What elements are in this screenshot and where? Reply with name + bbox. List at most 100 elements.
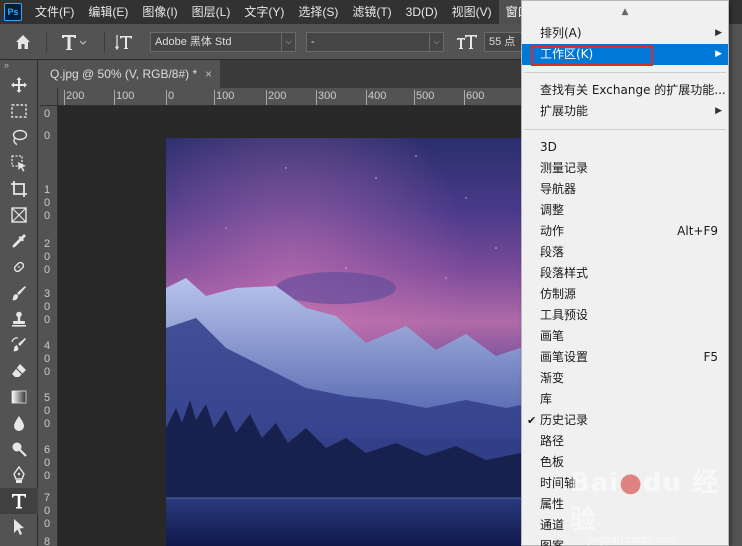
- marquee-tool-icon[interactable]: [0, 98, 38, 124]
- close-tab-icon[interactable]: ×: [205, 60, 212, 88]
- window-menu-item[interactable]: 画笔设置 F5: [522, 347, 728, 368]
- menu-item-label: 调整: [540, 203, 565, 217]
- menu-item[interactable]: 视图(V): [445, 0, 499, 24]
- text-orientation-icon[interactable]: [114, 24, 136, 60]
- menu-item[interactable]: 文字(Y): [237, 0, 291, 24]
- font-family-select[interactable]: Adobe 黑体 Std ⌵: [150, 32, 296, 52]
- crop-tool-icon[interactable]: [0, 176, 38, 202]
- menu-separator: [524, 72, 726, 73]
- menu-item-label: 仿制源: [540, 287, 577, 301]
- menu-item-label: 画笔: [540, 329, 565, 343]
- window-menu-item[interactable]: 通道: [522, 515, 728, 536]
- window-menu-item[interactable]: 排列(A) ▶: [522, 23, 728, 44]
- window-menu-item[interactable]: 属性: [522, 494, 728, 515]
- menu-item-label: 渐变: [540, 371, 565, 385]
- window-menu-item[interactable]: 画笔: [522, 326, 728, 347]
- path-select-tool-icon[interactable]: [0, 514, 38, 540]
- menu-item-label: 图案: [540, 539, 565, 546]
- window-menu-item[interactable]: 导航器: [522, 179, 728, 200]
- annotation-highlight-box: [531, 45, 653, 66]
- window-menu-item[interactable]: 调整: [522, 200, 728, 221]
- checkmark-icon: ✔: [527, 414, 537, 427]
- menu-item[interactable]: 选择(S): [291, 0, 345, 24]
- type-tool-preset-icon[interactable]: [60, 24, 86, 60]
- menu-item[interactable]: 编辑(E): [81, 0, 135, 24]
- mountain-lake-photo: [166, 138, 522, 546]
- font-style-select[interactable]: - ⌵: [306, 32, 444, 52]
- font-size-value: 55 点: [489, 36, 516, 48]
- lasso-tool-icon[interactable]: [0, 124, 38, 150]
- window-menu-item[interactable]: 工具预设: [522, 305, 728, 326]
- window-menu-item[interactable]: 3D: [522, 137, 728, 158]
- history-brush-tool-icon[interactable]: [0, 332, 38, 358]
- submenu-arrow-icon: ▶: [715, 106, 722, 116]
- window-menu-item[interactable]: 测量记录: [522, 158, 728, 179]
- menu-item-label: 排列(A): [540, 26, 582, 40]
- blur-tool-icon[interactable]: [0, 410, 38, 436]
- panel-collapse-strip[interactable]: [728, 24, 742, 546]
- menu-item[interactable]: 文件(F): [28, 0, 81, 24]
- menu-shortcut: Alt+F9: [677, 224, 718, 238]
- scroll-up-icon[interactable]: ▲: [522, 1, 728, 23]
- ruler-origin[interactable]: [40, 88, 58, 106]
- menu-item-label: 路径: [540, 434, 565, 448]
- menu-item[interactable]: 图像(I): [135, 0, 184, 24]
- eyedropper-tool-icon[interactable]: [0, 228, 38, 254]
- chevron-down-icon: ⌵: [429, 33, 443, 51]
- pen-tool-icon[interactable]: [0, 462, 38, 488]
- window-menu-item[interactable]: 段落样式: [522, 263, 728, 284]
- tools-panel: »: [0, 60, 38, 546]
- ruler-tick-label: 5 0 0: [44, 392, 51, 430]
- document-tab[interactable]: Q.jpg @ 50% (V, RGB/8#) * ×: [40, 60, 220, 88]
- menu-item-label: 段落: [540, 245, 565, 259]
- window-menu-item[interactable]: 时间轴: [522, 473, 728, 494]
- window-menu-item[interactable]: 查找有关 Exchange 的扩展功能...: [522, 80, 728, 101]
- window-menu-item[interactable]: 动作 Alt+F9: [522, 221, 728, 242]
- window-menu-item[interactable]: 仿制源: [522, 284, 728, 305]
- window-menu-item[interactable]: 工作区(K) ▶: [522, 44, 728, 66]
- collapse-toolbar-icon[interactable]: »: [0, 60, 37, 72]
- window-menu-item[interactable]: 历史记录 ✔: [522, 410, 728, 431]
- menu-separator: [524, 129, 726, 130]
- vertical-ruler[interactable]: 0 0 1 0 0 2 0 0 3 0 0 4 0 0 5 0 0 6 0 0 7 0 0 8: [40, 88, 58, 546]
- dodge-tool-icon[interactable]: [0, 436, 38, 462]
- menu-item[interactable]: 滤镜(T): [345, 0, 398, 24]
- object-select-tool-icon[interactable]: [0, 150, 38, 176]
- menu-item[interactable]: 图层(L): [185, 0, 238, 24]
- window-menu-item[interactable]: 渐变: [522, 368, 728, 389]
- window-menu-item[interactable]: 扩展功能 ▶: [522, 101, 728, 122]
- menu-shortcut: F5: [703, 350, 718, 364]
- ruler-tick-label: 0: [168, 90, 175, 102]
- menu-item-label: 时间轴: [540, 476, 577, 490]
- frame-tool-icon[interactable]: [0, 202, 38, 228]
- horizontal-ruler[interactable]: 200 100 0 100 200 300 400 500 600: [58, 88, 522, 106]
- window-menu-item[interactable]: 段落: [522, 242, 728, 263]
- window-menu-item[interactable]: 色板: [522, 452, 728, 473]
- font-size-icon: [456, 24, 478, 60]
- submenu-arrow-icon: ▶: [715, 49, 722, 59]
- ruler-tick-label: 3 0 0: [44, 288, 51, 326]
- gradient-tool-icon[interactable]: [0, 384, 38, 410]
- ruler-tick-label: 0: [44, 130, 51, 142]
- document-image[interactable]: [166, 138, 522, 546]
- menu-item-label: 段落样式: [540, 266, 589, 280]
- menu-item-label: 3D: [540, 140, 557, 154]
- menu-item[interactable]: 3D(D): [399, 0, 445, 24]
- window-menu-item[interactable]: 路径: [522, 431, 728, 452]
- ruler-tick-label: 300: [318, 90, 337, 102]
- document-tab-title: Q.jpg @ 50% (V, RGB/8#) *: [50, 67, 198, 81]
- ruler-tick-label: 200: [268, 90, 287, 102]
- ruler-tick-label: 600: [466, 90, 485, 102]
- window-menu-item[interactable]: 库: [522, 389, 728, 410]
- photoshop-logo: Ps: [4, 3, 22, 21]
- brush-tool-icon[interactable]: [0, 280, 38, 306]
- type-tool-icon[interactable]: [0, 488, 38, 514]
- window-menu-item[interactable]: 图案: [522, 536, 728, 546]
- home-icon[interactable]: [14, 24, 32, 60]
- menu-item-label: 色板: [540, 455, 565, 469]
- stamp-tool-icon[interactable]: [0, 306, 38, 332]
- canvas-area[interactable]: [58, 106, 522, 546]
- move-tool-icon[interactable]: [0, 72, 38, 98]
- eraser-tool-icon[interactable]: [0, 358, 38, 384]
- healing-tool-icon[interactable]: [0, 254, 38, 280]
